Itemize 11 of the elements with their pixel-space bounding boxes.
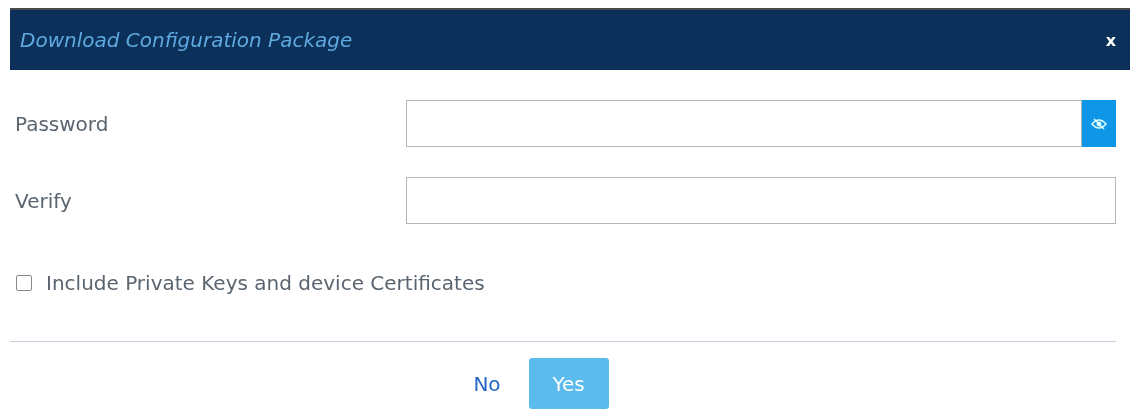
- field-label: Password: [14, 111, 110, 136]
- password-field[interactable]: [406, 177, 1116, 224]
- checkbox-label: Include Private Keys and device Certificates: [46, 271, 485, 295]
- eye-icon: [1091, 117, 1107, 130]
- dialog-title: Download Configuration Package: [20, 28, 353, 52]
- no-button[interactable]: No: [473, 358, 501, 409]
- checkbox[interactable]: [16, 275, 32, 291]
- close-button[interactable]: x: [1101, 30, 1120, 50]
- field-label: Verify: [14, 188, 73, 213]
- show-password-button[interactable]: [1082, 100, 1116, 147]
- password-field[interactable]: [406, 100, 1082, 147]
